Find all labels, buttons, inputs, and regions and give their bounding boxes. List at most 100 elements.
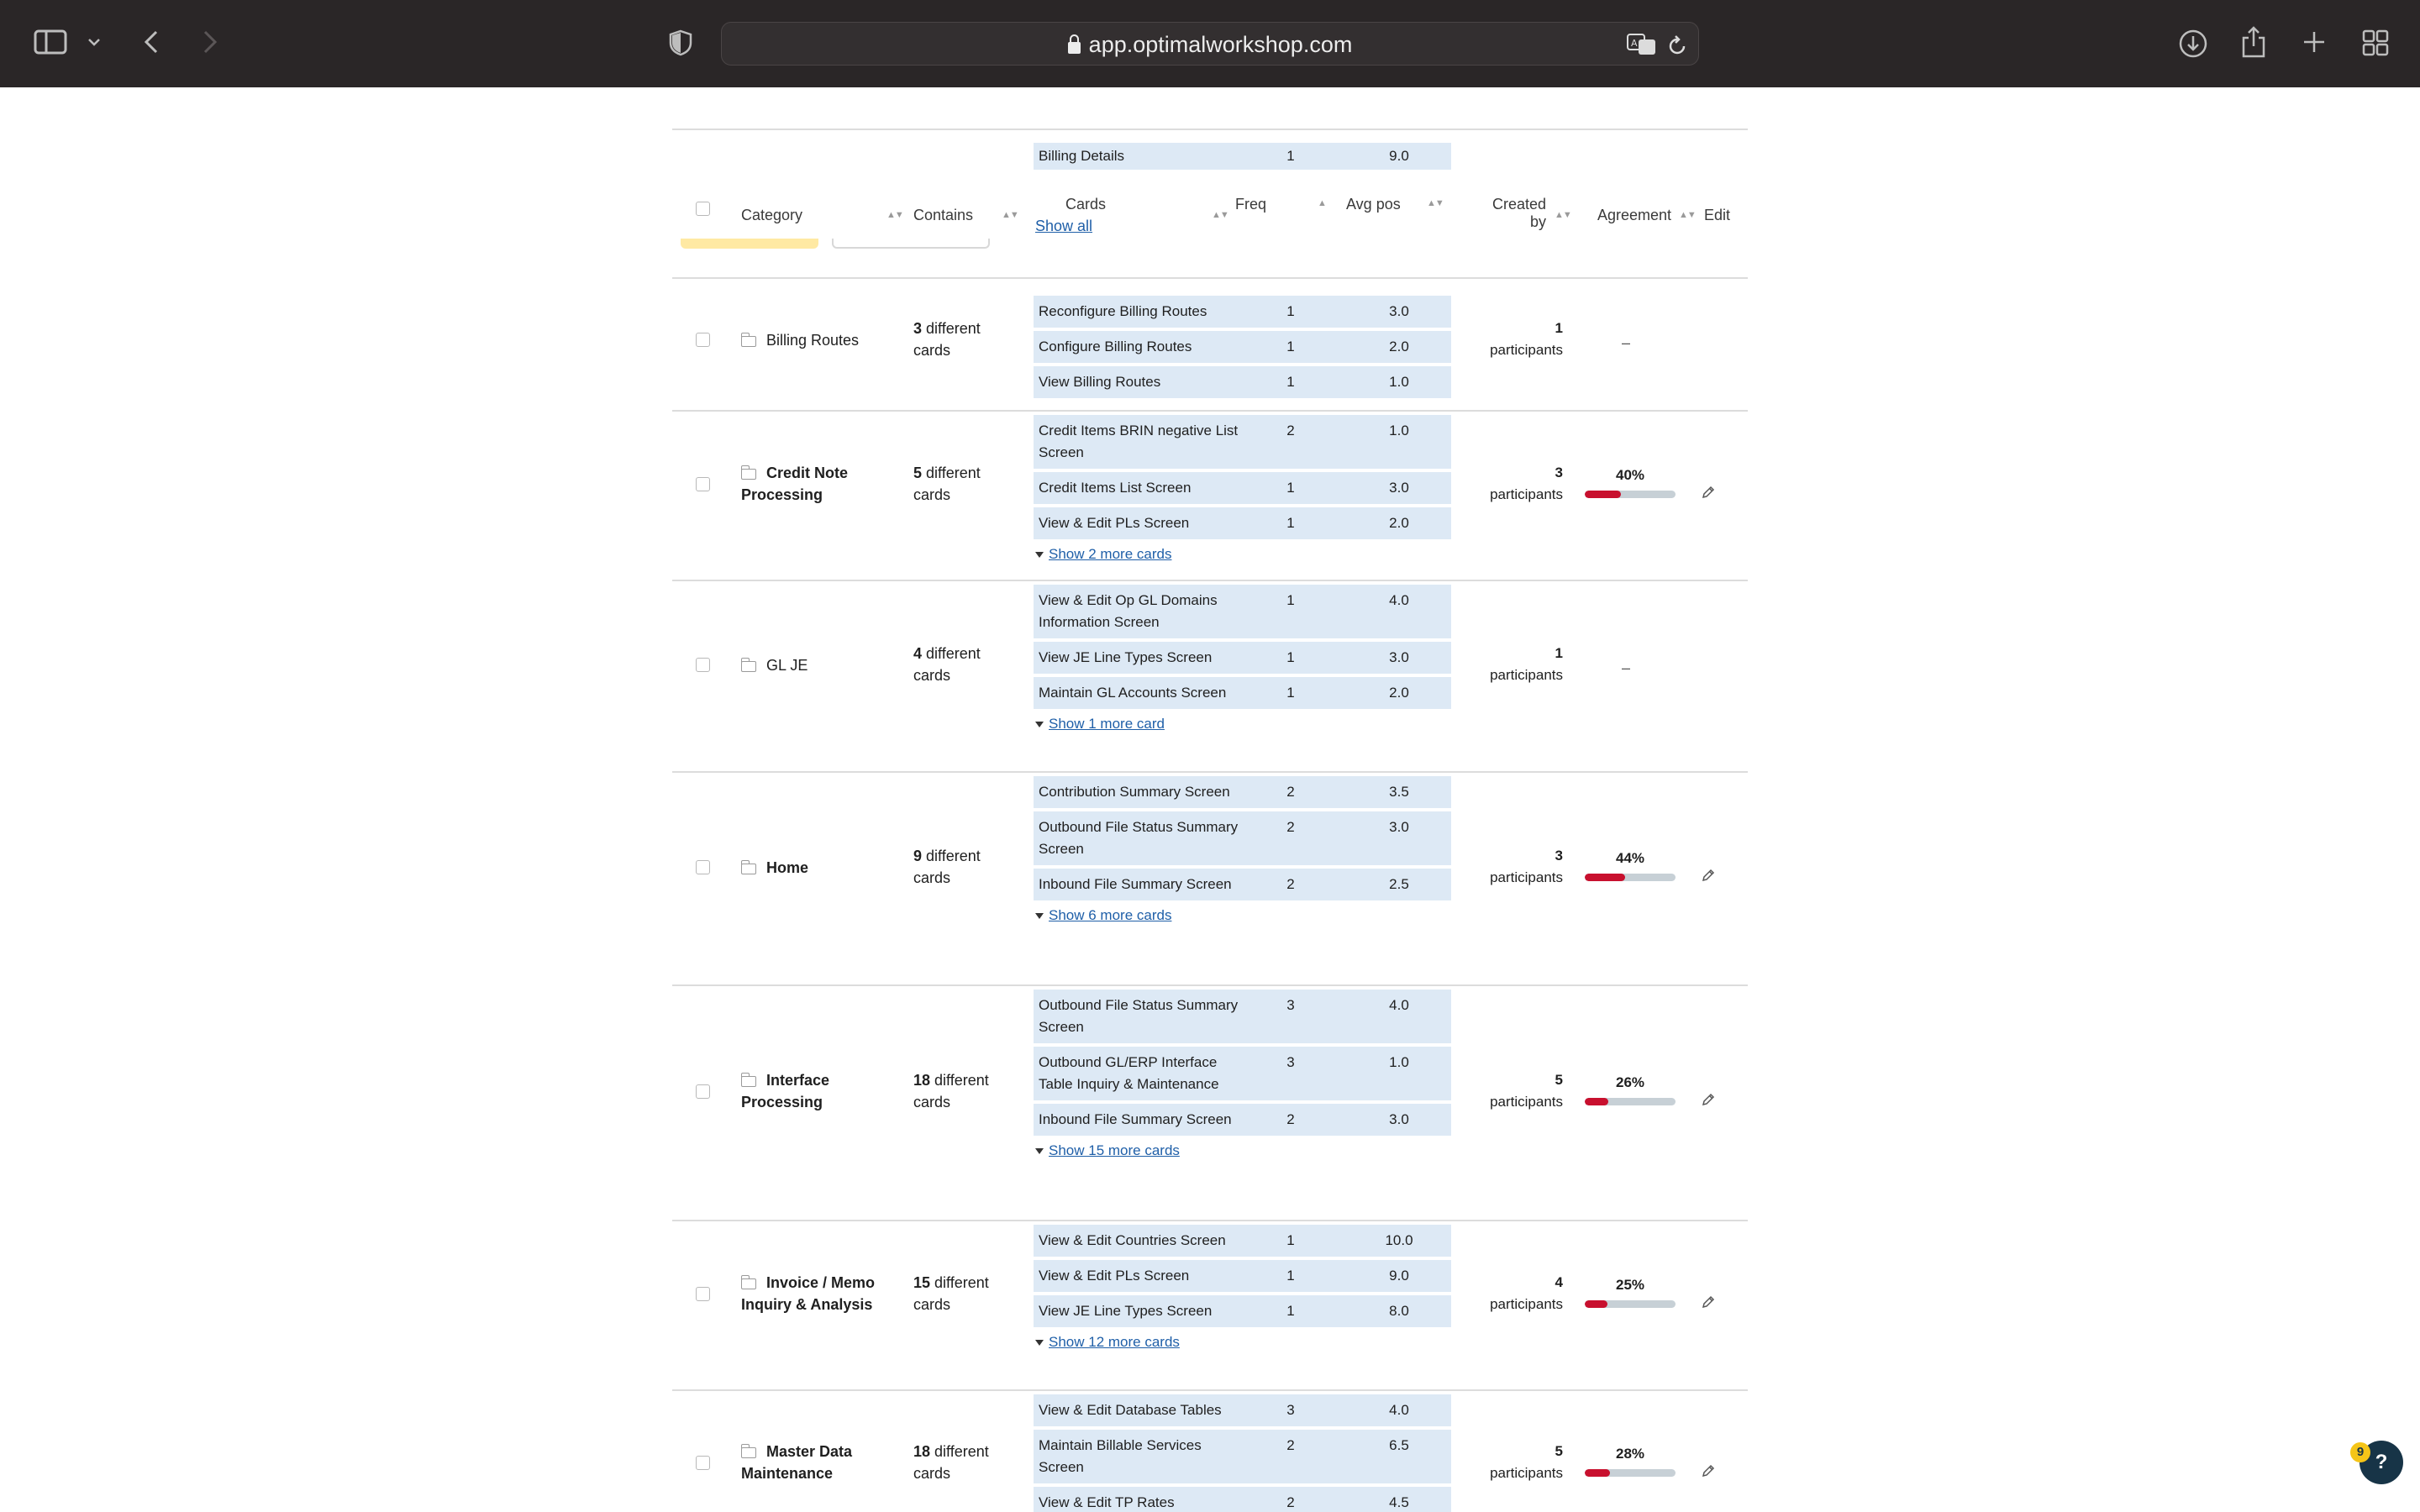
header-created-by[interactable]: Created by (1470, 196, 1546, 231)
header-contains[interactable]: Contains (913, 207, 973, 224)
row-checkbox[interactable] (696, 658, 710, 672)
agreement-bar-fill (1585, 1098, 1609, 1105)
tab-overview-icon[interactable] (2360, 27, 2391, 59)
header-category[interactable]: Category (741, 207, 802, 224)
show-more-cards-link[interactable]: Show 2 more cards (1034, 546, 1451, 563)
category-name[interactable]: Credit Note Processing (740, 462, 884, 506)
edit-pencil-icon[interactable] (1702, 869, 1715, 882)
row-checkbox[interactable] (696, 477, 710, 491)
card-row: View & Edit Op GL Domains Information Sc… (1034, 585, 1451, 642)
category-name[interactable]: Invoice / Memo Inquiry & Analysis (740, 1272, 884, 1315)
back-icon[interactable] (138, 27, 165, 57)
card-name: Inbound File Summary Screen (1039, 876, 1232, 892)
header-freq[interactable]: Freq (1235, 196, 1266, 213)
card-name: View JE Line Types Screen (1039, 649, 1213, 665)
header-cards[interactable]: Cards (1065, 196, 1106, 213)
card-freq: 2 (1286, 1494, 1295, 1510)
filter-button[interactable] (832, 239, 990, 249)
card-avg-pos: 8.0 (1389, 1303, 1409, 1319)
category-row: GL JE 4 different cards View & Edit Op GL… (672, 580, 1748, 772)
card-name: View & Edit Database Tables (1039, 1402, 1222, 1418)
sort-icon[interactable]: ▲▼ (1002, 210, 1019, 220)
card-avg-pos: 4.0 (1389, 592, 1409, 608)
card-row: View & Edit TP Rates 2 4.5 (1034, 1487, 1451, 1512)
category-name[interactable]: GL JE (740, 654, 884, 676)
chevron-down-icon[interactable] (84, 32, 104, 52)
card-row: Configure Billing Routes 1 2.0 (1034, 331, 1451, 366)
card-row: Reconfigure Billing Routes 1 3.0 (1034, 296, 1451, 331)
header-agreement[interactable]: Agreement (1597, 207, 1671, 224)
share-icon[interactable] (2238, 24, 2269, 60)
card-avg-pos: 2.0 (1389, 685, 1409, 701)
category-row: Interface Processing 18 different cards O… (672, 985, 1748, 1221)
card-row: Credit Items List Screen 1 3.0 (1034, 472, 1451, 507)
privacy-shield-icon[interactable] (666, 27, 696, 59)
card-name: View & Edit Countries Screen (1039, 1232, 1226, 1248)
sort-icon[interactable]: ▲▼ (1212, 210, 1229, 220)
card-freq: 2 (1286, 784, 1295, 800)
card-freq: 2 (1286, 819, 1295, 835)
folder-icon (740, 658, 756, 672)
downloads-icon[interactable] (2176, 27, 2210, 60)
forward-icon[interactable] (197, 27, 224, 57)
svg-text:A: A (1631, 38, 1638, 49)
participants-count: 4 participants (1490, 1274, 1563, 1312)
show-more-cards-link[interactable]: Show 12 more cards (1034, 1334, 1451, 1351)
agreement-bar-fill (1585, 1300, 1607, 1308)
card-freq: 1 (1286, 374, 1295, 390)
show-all-link[interactable]: Show all (1035, 218, 1092, 235)
card-row: Outbound File Status Summary Screen 3 4.… (1034, 990, 1451, 1047)
card-avg-pos: 4.0 (1389, 997, 1409, 1013)
card-avg-pos: 4.0 (1389, 1402, 1409, 1418)
folder-icon (740, 465, 756, 480)
card-freq: 1 (1286, 480, 1295, 496)
row-checkbox[interactable] (696, 1287, 710, 1301)
card-row: Inbound File Summary Screen 2 3.0 (1034, 1104, 1451, 1139)
card-freq: 2 (1286, 876, 1295, 892)
card-name: Configure Billing Routes (1039, 339, 1192, 354)
agreement-score: 26% (1584, 1074, 1676, 1105)
sort-icon[interactable]: ▲▼ (1679, 210, 1697, 220)
show-more-cards-link[interactable]: Show 15 more cards (1034, 1142, 1451, 1159)
participants-count: 1 participants (1490, 645, 1563, 683)
category-name[interactable]: Master Data Maintenance (740, 1441, 884, 1484)
show-more-cards-link[interactable]: Show 6 more cards (1034, 907, 1451, 924)
translate-icon[interactable]: A (1626, 33, 1658, 56)
address-bar[interactable]: app.optimalworkshop.com A (721, 22, 1699, 66)
agreement-bar (1585, 491, 1676, 498)
category-name[interactable]: Interface Processing (740, 1069, 884, 1113)
sort-asc-icon[interactable]: ▲ (1318, 198, 1327, 208)
header-avg-pos[interactable]: Avg pos (1346, 196, 1401, 213)
edit-pencil-icon[interactable] (1702, 486, 1715, 499)
highlight-button[interactable] (681, 239, 818, 249)
category-name[interactable]: Home (740, 857, 884, 879)
card-avg-pos: 3.0 (1389, 649, 1409, 665)
edit-pencil-icon[interactable] (1702, 1093, 1715, 1106)
new-tab-icon[interactable] (2299, 27, 2329, 57)
category-name[interactable]: Billing Routes (740, 329, 884, 351)
row-checkbox[interactable] (696, 333, 710, 347)
card-avg-pos: 1.0 (1389, 423, 1409, 438)
show-more-cards-link[interactable]: Show 1 more card (1034, 716, 1451, 732)
browser-toolbar: app.optimalworkshop.com A (0, 0, 2420, 87)
sort-icon[interactable]: ▲▼ (1427, 198, 1444, 208)
sidebar-toggle-icon[interactable] (32, 27, 69, 57)
card-row: Maintain GL Accounts Screen 1 2.0 (1034, 677, 1451, 712)
folder-icon (740, 860, 756, 874)
card-row: Credit Items BRIN negative List Screen 2… (1034, 415, 1451, 472)
card-name: View & Edit TP Rates (1039, 1494, 1175, 1510)
sort-icon[interactable]: ▲▼ (886, 210, 904, 220)
edit-pencil-icon[interactable] (1702, 1295, 1715, 1309)
sort-icon[interactable]: ▲▼ (1555, 210, 1572, 220)
row-checkbox[interactable] (696, 1456, 710, 1470)
reload-icon[interactable] (1665, 33, 1690, 58)
card-name: Outbound File Status Summary Screen (1039, 997, 1239, 1035)
row-checkbox[interactable] (696, 1084, 710, 1099)
category-row: Home 9 different cards Contribution Summa… (672, 772, 1748, 985)
edit-pencil-icon[interactable] (1702, 1464, 1715, 1478)
agreement-score: 28% (1584, 1446, 1676, 1477)
agreement-bar (1585, 1469, 1676, 1477)
card-avg-pos: 2.0 (1389, 339, 1409, 354)
row-checkbox[interactable] (696, 860, 710, 874)
select-all-checkbox[interactable] (696, 202, 710, 216)
